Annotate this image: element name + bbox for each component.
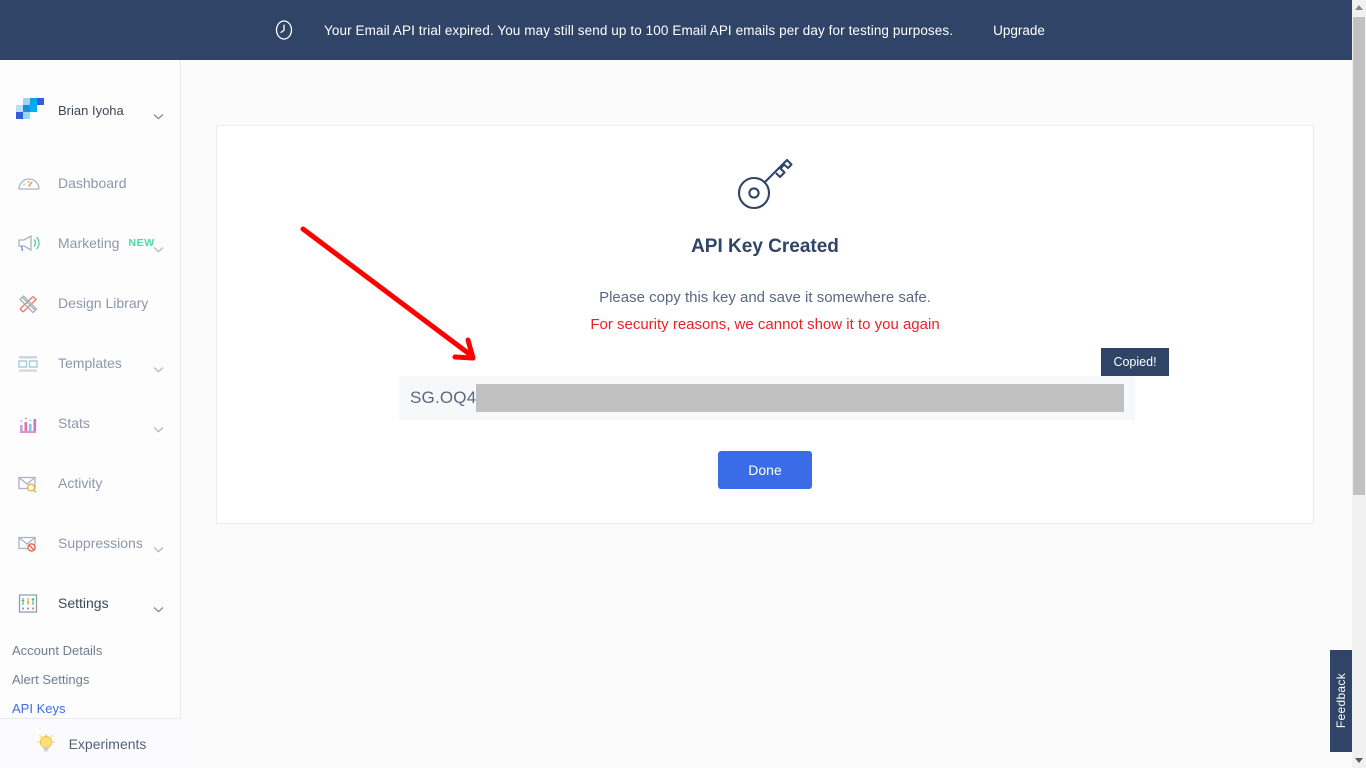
sidebar-subitem-account-details[interactable]: Account Details bbox=[0, 636, 180, 665]
sliders-icon bbox=[16, 590, 44, 616]
sendgrid-logo-icon bbox=[16, 97, 44, 123]
sidebar-subitem-label: Account Details bbox=[12, 643, 103, 658]
dashboard-gauge-icon bbox=[16, 170, 44, 196]
account-switcher[interactable]: Brian Iyoha bbox=[0, 86, 180, 134]
sidebar-item-templates[interactable]: Templates bbox=[0, 340, 180, 386]
sidebar-item-stats[interactable]: Stats bbox=[0, 400, 180, 446]
pencil-ruler-icon bbox=[16, 290, 44, 316]
sidebar-item-label: Dashboard bbox=[58, 175, 127, 191]
key-icon bbox=[733, 152, 797, 219]
sidebar-item-label: Templates bbox=[58, 355, 122, 371]
clock-icon bbox=[272, 18, 296, 42]
copied-tooltip-label: Copied! bbox=[1113, 355, 1157, 369]
sidebar-item-label: Marketing bbox=[58, 235, 120, 251]
sidebar-subitem-alert-settings[interactable]: Alert Settings bbox=[0, 665, 180, 694]
sidebar-item-suppressions[interactable]: Suppressions bbox=[0, 520, 180, 566]
experiments-button[interactable]: Experiments bbox=[0, 718, 181, 768]
chevron-down-icon bbox=[153, 540, 164, 553]
sidebar-subitem-label: API Keys bbox=[12, 701, 66, 716]
sidebar-item-label: Activity bbox=[58, 475, 103, 491]
feedback-label: Feedback bbox=[1334, 673, 1348, 729]
sidebar-item-dashboard[interactable]: Dashboard bbox=[0, 160, 180, 206]
lightbulb-icon bbox=[35, 732, 57, 756]
page-scrollbar[interactable] bbox=[1352, 0, 1366, 768]
copied-tooltip: Copied! bbox=[1101, 348, 1169, 376]
security-warning-text: For security reasons, we cannot show it … bbox=[590, 316, 940, 333]
trial-expired-banner: Your Email API trial expired. You may st… bbox=[0, 0, 1352, 60]
sidebar-item-label: Suppressions bbox=[58, 535, 143, 551]
banner-content: Your Email API trial expired. You may st… bbox=[272, 18, 1045, 42]
chevron-down-icon bbox=[153, 107, 164, 119]
sidebar-item-label: Stats bbox=[58, 415, 90, 431]
templates-layout-icon bbox=[16, 350, 44, 376]
feedback-tab[interactable]: Feedback bbox=[1330, 650, 1352, 752]
sidebar-subitem-label: Alert Settings bbox=[12, 672, 90, 687]
app-root: Your Email API trial expired. You may st… bbox=[0, 0, 1366, 768]
banner-message: Your Email API trial expired. You may st… bbox=[324, 22, 954, 38]
chevron-down-icon bbox=[153, 240, 164, 253]
chevron-down-icon bbox=[153, 360, 164, 373]
scroll-up-arrow-icon[interactable] bbox=[1352, 0, 1366, 16]
done-button[interactable]: Done bbox=[718, 451, 812, 489]
account-name: Brian Iyoha bbox=[58, 102, 124, 118]
main-content: API Key Created Please copy this key and… bbox=[181, 60, 1352, 768]
sidebar-item-activity[interactable]: Activity bbox=[0, 460, 180, 506]
sidebar-item-design-library[interactable]: Design Library bbox=[0, 280, 180, 326]
envelope-search-icon bbox=[16, 470, 44, 496]
chevron-down-icon bbox=[153, 420, 164, 433]
bar-chart-icon bbox=[16, 410, 44, 436]
sidebar-item-label: Design Library bbox=[58, 295, 149, 311]
sidebar-nav: Dashboard Marketing NEW Design Library T… bbox=[0, 160, 180, 723]
scrollbar-thumb[interactable] bbox=[1353, 17, 1365, 495]
api-key-field[interactable]: SG.OQ4 bbox=[399, 376, 1135, 420]
envelope-blocked-icon bbox=[16, 530, 44, 556]
scroll-down-arrow-icon[interactable] bbox=[1352, 752, 1366, 768]
api-key-redaction-bar bbox=[476, 384, 1124, 412]
chevron-down-icon bbox=[153, 600, 164, 613]
settings-subnav: Account Details Alert Settings API Keys bbox=[0, 636, 180, 723]
page-title: API Key Created bbox=[691, 236, 839, 257]
card-subtitle: Please copy this key and save it somewhe… bbox=[599, 289, 931, 306]
sidebar-item-marketing[interactable]: Marketing NEW bbox=[0, 220, 180, 266]
sidebar: Brian Iyoha Dashboard Marketing NEW Desi… bbox=[0, 60, 181, 768]
api-key-created-card: API Key Created Please copy this key and… bbox=[216, 125, 1314, 524]
api-key-value: SG.OQ4 bbox=[410, 388, 477, 407]
upgrade-link[interactable]: Upgrade bbox=[993, 23, 1045, 38]
new-badge: NEW bbox=[128, 237, 155, 249]
megaphone-icon bbox=[16, 230, 44, 256]
experiments-label: Experiments bbox=[68, 735, 147, 752]
sidebar-item-label: Settings bbox=[58, 595, 109, 611]
sidebar-item-settings[interactable]: Settings bbox=[0, 580, 180, 626]
